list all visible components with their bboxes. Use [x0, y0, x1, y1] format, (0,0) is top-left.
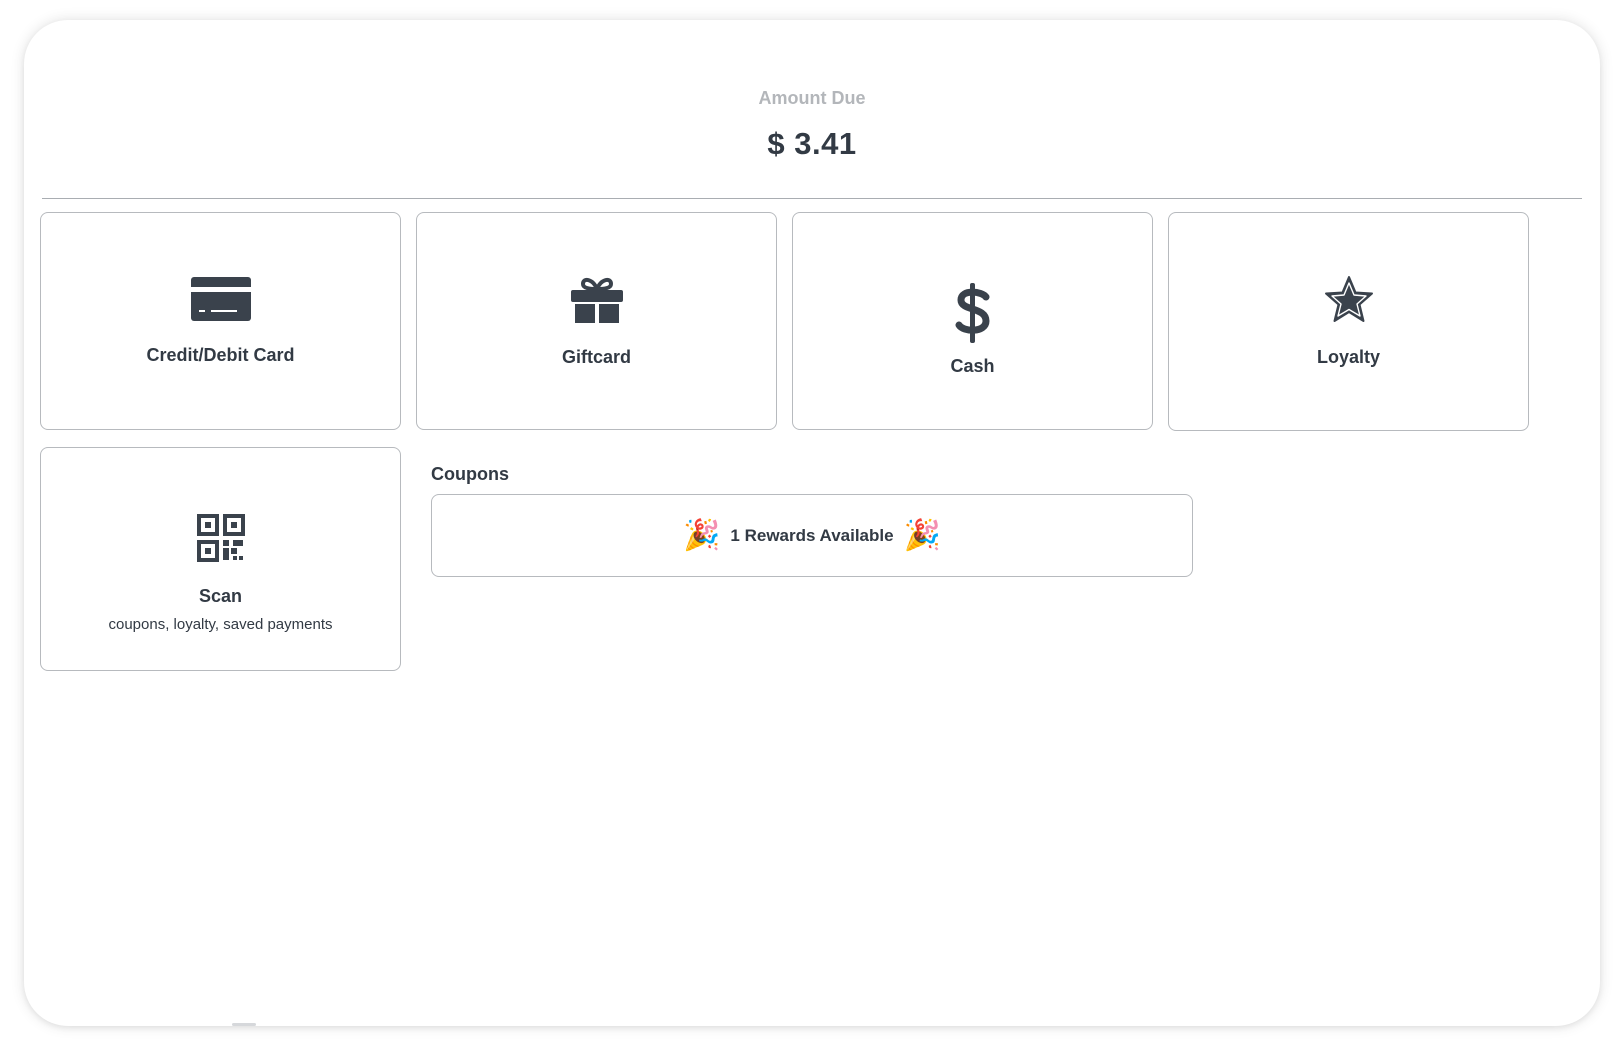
loyalty-label: Loyalty — [1316, 347, 1381, 367]
loyalty-button[interactable]: Loyalty — [1168, 212, 1529, 431]
credit-debit-card-label: Credit/Debit Card — [146, 345, 295, 365]
rewards-available-label: 1 Rewards Available — [730, 525, 894, 545]
rewards-available-button[interactable]: 🎉 1 Rewards Available 🎉 — [431, 494, 1193, 577]
cash-label: Cash — [950, 356, 995, 376]
payment-screen: Amount Due $ 3.41 Credit/Debit Card Gift… — [24, 20, 1600, 1026]
dollar-icon — [793, 283, 1152, 343]
coupons-heading: Coupons — [431, 464, 509, 484]
amount-header: Amount Due $ 3.41 — [42, 20, 1582, 199]
home-indicator — [232, 1023, 256, 1026]
party-popper-icon: 🎉 — [903, 518, 941, 552]
star-icon — [1169, 275, 1528, 323]
gift-icon — [417, 277, 776, 323]
credit-debit-card-button[interactable]: Credit/Debit Card — [40, 212, 401, 430]
amount-due-value: $ 3.41 — [767, 126, 857, 161]
qr-code-icon — [41, 514, 400, 562]
party-popper-icon: 🎉 — [683, 518, 721, 552]
giftcard-button[interactable]: Giftcard — [416, 212, 777, 430]
scan-sublabel: coupons, loyalty, saved payments — [108, 616, 333, 633]
scan-label: Scan — [198, 586, 243, 606]
credit-card-icon — [41, 277, 400, 321]
giftcard-label: Giftcard — [561, 347, 631, 367]
amount-due-label: Amount Due — [758, 88, 866, 108]
scan-button[interactable]: Scan coupons, loyalty, saved payments — [40, 447, 401, 671]
cash-button[interactable]: Cash — [792, 212, 1153, 430]
